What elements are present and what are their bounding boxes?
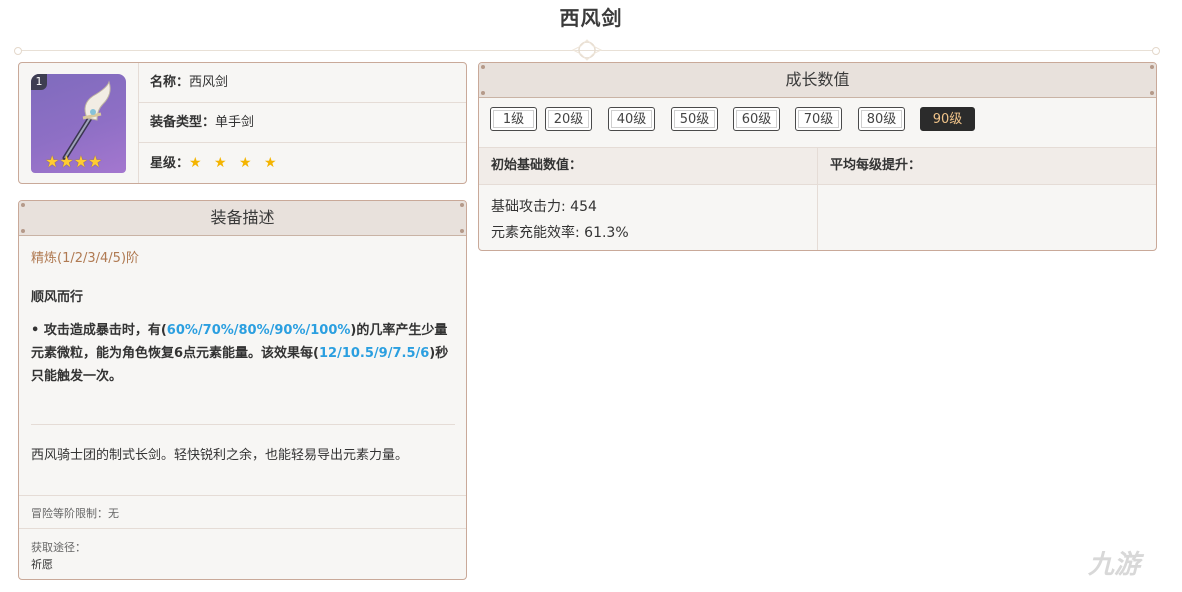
weapon-info-card: 1 ★★★★ 名称：西风剑 装备类型：单手剑 星级：★ ★ ★ ★ bbox=[18, 62, 467, 184]
skill-text-part: • 攻击造成暴击时，有( bbox=[31, 323, 167, 338]
base-attack-stat: 基础攻击力: 454 bbox=[491, 199, 597, 215]
skill-name: 顺风而行 bbox=[31, 290, 84, 305]
watermark-logo: 九游 bbox=[1088, 550, 1141, 580]
growth-stats-card: 成长数值 1级 20级 40级 50级 60级 70级 80级 90级 初始基础… bbox=[478, 62, 1157, 251]
weapon-type-row: 装备类型：单手剑 bbox=[139, 103, 466, 143]
obtain-label: 获取途径： bbox=[31, 541, 86, 554]
type-label: 装备类型： bbox=[150, 115, 216, 130]
lore-text: 西风骑士团的制式长剑。轻快锐利之余，也能轻易导出元素力量。 bbox=[31, 448, 409, 463]
refinement-text: 精炼(1/2/3/4/5)阶 bbox=[31, 251, 140, 266]
level-button-70[interactable]: 70级 bbox=[795, 107, 842, 131]
level-button-60[interactable]: 60级 bbox=[733, 107, 780, 131]
title-ornament-icon bbox=[571, 39, 603, 61]
ascension-limit: 冒险等阶限制：无 bbox=[31, 507, 119, 520]
name-label: 名称： bbox=[150, 75, 190, 90]
skill-highlight-cooldown: 12/10.5/9/7.5/6 bbox=[319, 346, 430, 361]
type-value: 单手剑 bbox=[215, 115, 255, 130]
avg-growth-header: 平均每级提升： bbox=[830, 158, 922, 173]
weapon-stars-icon: ★★★★ bbox=[45, 152, 103, 171]
level-button-50[interactable]: 50级 bbox=[671, 107, 718, 131]
meta-divider bbox=[19, 528, 466, 529]
growth-header-label: 成长数值 bbox=[785, 70, 850, 89]
growth-header: 成长数值 bbox=[479, 63, 1156, 98]
rarity-stars-icon: ★ ★ ★ ★ bbox=[189, 155, 281, 171]
energy-recharge-stat: 元素充能效率: 61.3% bbox=[491, 225, 629, 241]
description-card: 装备描述 精炼(1/2/3/4/5)阶 顺风而行 • 攻击造成暴击时，有(60%… bbox=[18, 200, 467, 580]
name-value: 西风剑 bbox=[189, 75, 229, 90]
weapon-name-row: 名称：西风剑 bbox=[139, 63, 466, 103]
weapon-rarity-row: 星级：★ ★ ★ ★ bbox=[139, 143, 466, 183]
stats-header: 初始基础数值： 平均每级提升： bbox=[479, 147, 1156, 185]
level-button-90[interactable]: 90级 bbox=[920, 107, 975, 131]
stats-column-divider bbox=[817, 147, 818, 250]
skill-description: • 攻击造成暴击时，有(60%/70%/80%/90%/100%)的几率产生少量… bbox=[31, 319, 455, 388]
obtain-value: 祈愿 bbox=[31, 558, 53, 571]
level-button-20[interactable]: 20级 bbox=[545, 107, 592, 131]
level-button-80[interactable]: 80级 bbox=[858, 107, 905, 131]
level-button-1[interactable]: 1级 bbox=[490, 107, 537, 131]
description-header: 装备描述 bbox=[19, 201, 466, 236]
page-title: 西风剑 bbox=[559, 6, 623, 30]
base-stats-header: 初始基础数值： bbox=[491, 158, 583, 173]
rarity-label: 星级： bbox=[150, 156, 190, 171]
description-header-label: 装备描述 bbox=[210, 208, 275, 227]
weapon-image: 1 ★★★★ bbox=[31, 74, 126, 173]
meta-divider bbox=[19, 495, 466, 496]
level-button-40[interactable]: 40级 bbox=[608, 107, 655, 131]
description-divider bbox=[31, 424, 455, 425]
skill-highlight-chance: 60%/70%/80%/90%/100% bbox=[166, 323, 351, 338]
